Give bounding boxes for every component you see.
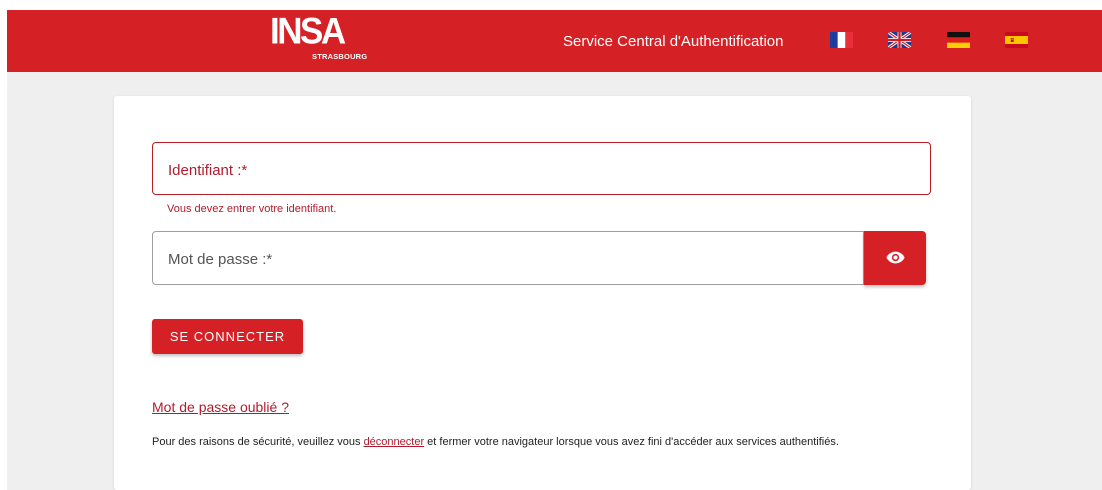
password-label: Mot de passe :* bbox=[168, 251, 273, 268]
security-notice-text-before: Pour des raisons de sécurité, veuillez v… bbox=[152, 436, 364, 448]
show-password-button[interactable] bbox=[864, 231, 926, 285]
insa-strasbourg-logo[interactable]: INSA STRASBOURG bbox=[265, 10, 368, 63]
forgot-password-link[interactable]: Mot de passe oublié ? bbox=[152, 399, 289, 416]
logo-main-text: INSA bbox=[270, 10, 346, 52]
logout-link[interactable]: déconnecter bbox=[364, 436, 425, 448]
flag-uk-icon[interactable] bbox=[888, 32, 911, 48]
security-notice: Pour des raisons de sécurité, veuillez v… bbox=[152, 436, 839, 449]
identifier-error-message: Vous devez entrer votre identifiant. bbox=[167, 203, 337, 215]
page: INSA STRASBOURG Service Central d'Authen… bbox=[0, 0, 1102, 490]
password-field[interactable]: Mot de passe :* bbox=[152, 231, 864, 285]
header-bar bbox=[7, 10, 1102, 72]
flag-germany-icon[interactable] bbox=[947, 32, 970, 48]
service-title: Service Central d'Authentification bbox=[563, 33, 784, 50]
flag-france-icon[interactable] bbox=[830, 32, 853, 48]
logo-sub-text: STRASBOURG bbox=[312, 52, 368, 61]
identifier-field[interactable]: Identifiant :* bbox=[152, 142, 931, 195]
login-button[interactable]: SE CONNECTER bbox=[152, 319, 303, 354]
flag-spain-icon[interactable] bbox=[1005, 32, 1028, 48]
security-notice-text-after: et fermer votre navigateur lorsque vous … bbox=[424, 436, 839, 448]
identifier-label: Identifiant :* bbox=[168, 162, 248, 179]
eye-icon bbox=[886, 251, 905, 264]
